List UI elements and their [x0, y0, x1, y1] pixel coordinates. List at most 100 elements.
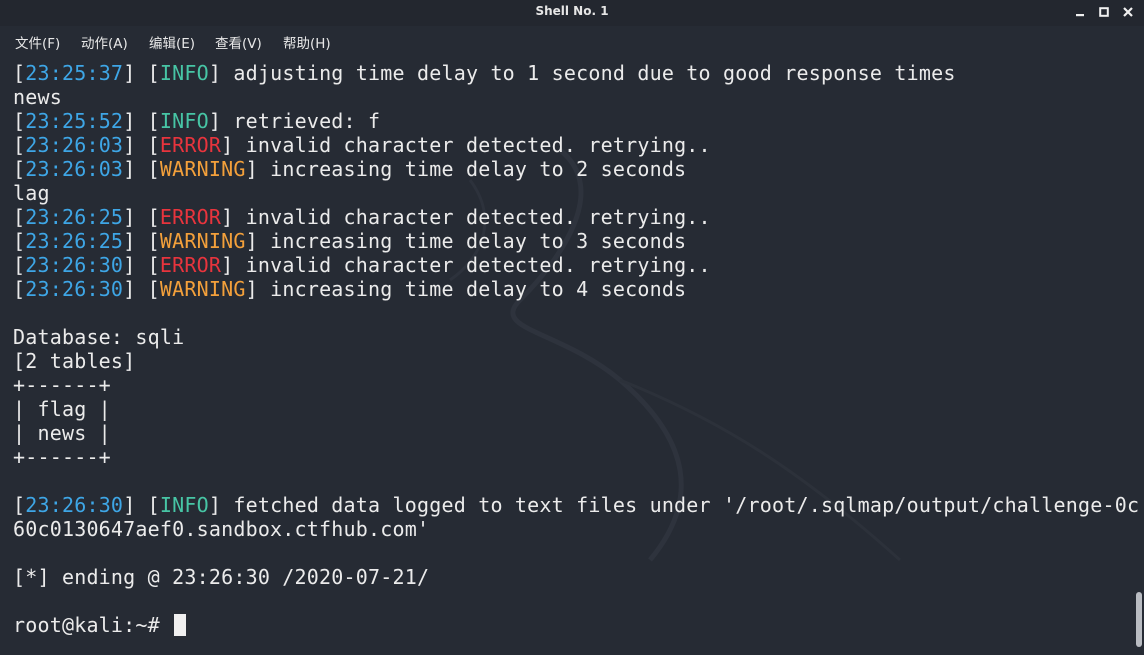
menu-bar: 文件(F) 动作(A) 编辑(E) 查看(V) 帮助(H) [0, 26, 1144, 56]
log-message: increasing time delay to 2 seconds [257, 157, 687, 181]
window-title: Shell No. 1 [535, 4, 609, 18]
log-timestamp: 23:26:25 [25, 229, 124, 253]
text-cursor [174, 614, 187, 636]
terminal-line: | flag | [13, 397, 1128, 421]
menu-file[interactable]: 文件(F) [15, 32, 60, 52]
bracket: ] [208, 61, 222, 85]
terminal-line: [23:26:30] [ERROR] invalid character det… [13, 253, 1128, 277]
bracket: ] [221, 133, 234, 157]
bracket: [ [13, 493, 26, 517]
log-message: retrieved: f [221, 109, 381, 133]
log-timestamp: 23:25:52 [25, 109, 124, 133]
log-level: ERROR [159, 133, 222, 157]
terminal-output[interactable]: [23:25:37] [INFO] adjusting time delay t… [13, 61, 1139, 651]
bracket: ] [221, 253, 234, 277]
bracket: ] [208, 493, 222, 517]
shell-prompt: root@kali:~# [13, 613, 173, 637]
log-level: WARNING [159, 277, 246, 301]
terminal-line: [23:26:30] [INFO] fetched data logged to… [13, 493, 1139, 517]
log-level: INFO [159, 109, 209, 133]
terminal-line: | news | [13, 421, 1128, 445]
terminal-line: [23:26:03] [ERROR] invalid character det… [13, 133, 1128, 157]
terminal-line: news [13, 85, 1128, 109]
bracket: ] [ [123, 133, 160, 157]
close-icon[interactable] [1120, 3, 1136, 21]
log-timestamp: 23:26:30 [25, 493, 124, 517]
bracket: ] [245, 157, 258, 181]
terminal-line: lag [13, 181, 1128, 205]
bracket: [ [13, 229, 26, 253]
bracket: [ [13, 133, 26, 157]
terminal-line: [23:26:25] [ERROR] invalid character det… [13, 205, 1128, 229]
log-message: increasing time delay to 4 seconds [257, 277, 687, 301]
bracket: ] [ [123, 277, 160, 301]
menu-help[interactable]: 帮助(H) [283, 32, 331, 52]
output-text: | flag | [13, 397, 111, 421]
bracket: ] [ [123, 493, 160, 517]
output-text: | news | [13, 421, 111, 445]
bracket: ] [221, 205, 234, 229]
log-timestamp: 23:26:03 [25, 133, 124, 157]
log-message: adjusting time delay to 1 second due to … [221, 61, 956, 85]
title-bar: Shell No. 1 [0, 0, 1144, 26]
terminal-line: [23:25:37] [INFO] adjusting time delay t… [13, 61, 1128, 85]
prompt-line[interactable]: root@kali:~# [13, 613, 1128, 637]
bracket: ] [ [123, 157, 160, 181]
output-text: lag [13, 181, 50, 205]
bracket: [ [13, 61, 26, 85]
log-level: INFO [159, 493, 209, 517]
output-text: +------+ [13, 373, 111, 397]
scrollbar-thumb[interactable] [1136, 592, 1142, 647]
log-message: invalid character detected. retrying.. [233, 205, 711, 229]
output-text: news [13, 85, 62, 109]
bracket: [ [13, 205, 26, 229]
window-controls [1072, 3, 1136, 21]
bracket: [ [13, 253, 26, 277]
log-timestamp: 23:26:30 [25, 253, 124, 277]
menu-action[interactable]: 动作(A) [81, 32, 128, 52]
log-level: INFO [159, 61, 209, 85]
log-timestamp: 23:26:30 [25, 277, 124, 301]
maximize-icon[interactable] [1096, 3, 1112, 21]
bracket: ] [ [123, 61, 160, 85]
terminal-line: [2 tables] [13, 349, 1128, 373]
log-level: ERROR [159, 205, 222, 229]
menu-edit[interactable]: 编辑(E) [149, 32, 195, 52]
log-timestamp: 23:26:03 [25, 157, 124, 181]
bracket: [ [13, 109, 26, 133]
log-message: invalid character detected. retrying.. [233, 133, 711, 157]
terminal-window: Shell No. 1 文件(F) 动作(A) 编辑(E) 查看(V) 帮助(H… [0, 0, 1144, 655]
log-timestamp: 23:26:25 [25, 205, 124, 229]
terminal-line: [23:25:52] [INFO] retrieved: f [13, 109, 1128, 133]
output-text: 60c0130647aef0.sandbox.ctfhub.com' [13, 517, 430, 541]
bracket: [ [13, 277, 26, 301]
terminal-line: Database: sqli [13, 325, 1128, 349]
terminal-line: [23:26:30] [WARNING] increasing time del… [13, 277, 1128, 301]
menu-view[interactable]: 查看(V) [215, 32, 262, 52]
terminal-line: +------+ [13, 373, 1128, 397]
log-level: WARNING [159, 157, 246, 181]
terminal-line: 60c0130647aef0.sandbox.ctfhub.com' [13, 517, 1128, 541]
log-message: increasing time delay to 3 seconds [257, 229, 687, 253]
log-message: invalid character detected. retrying.. [233, 253, 711, 277]
output-text: [*] ending @ 23:26:30 /2020-07-21/ [13, 565, 430, 589]
bracket: ] [ [123, 253, 160, 277]
terminal-line: [23:26:25] [WARNING] increasing time del… [13, 229, 1128, 253]
bracket: ] [245, 229, 258, 253]
bracket: ] [ [123, 205, 160, 229]
minimize-icon[interactable] [1072, 3, 1088, 21]
terminal-line: +------+ [13, 445, 1128, 469]
output-text: Database: sqli [13, 325, 185, 349]
output-text: [2 tables] [13, 349, 136, 373]
log-level: ERROR [159, 253, 222, 277]
terminal-line: [*] ending @ 23:26:30 /2020-07-21/ [13, 565, 1128, 589]
bracket: ] [208, 109, 222, 133]
log-timestamp: 23:25:37 [25, 61, 124, 85]
bracket: ] [ [123, 229, 160, 253]
log-level: WARNING [159, 229, 246, 253]
bracket: ] [245, 277, 258, 301]
